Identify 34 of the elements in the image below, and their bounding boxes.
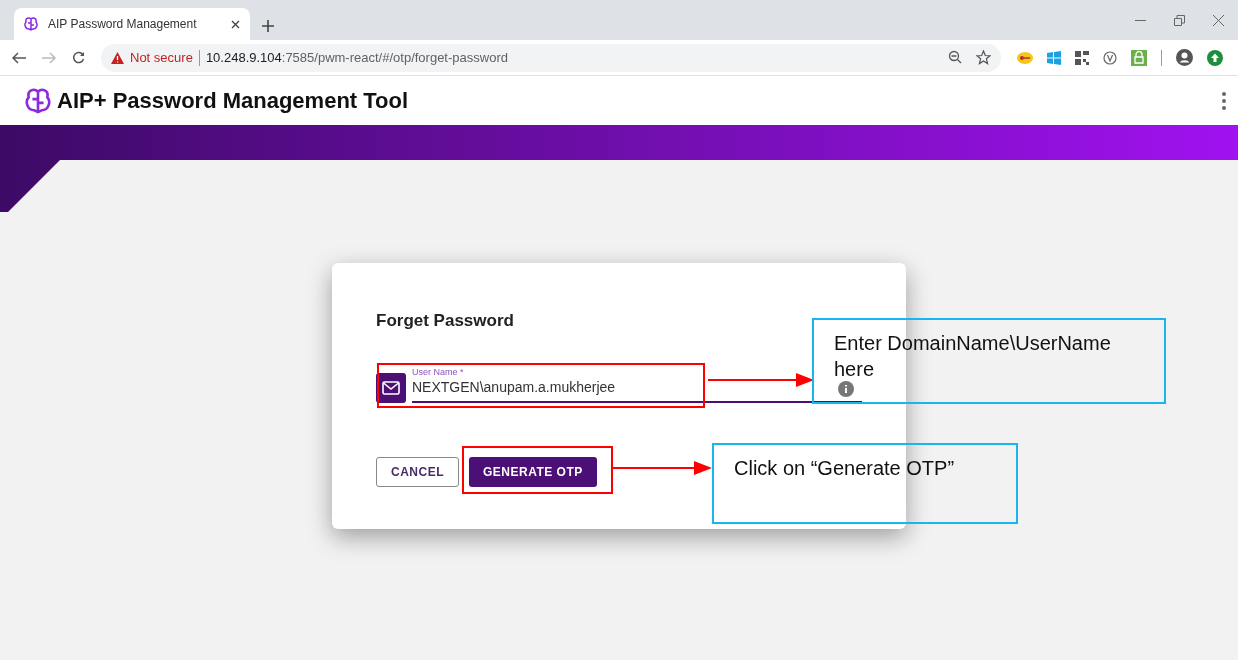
- warning-icon: [111, 51, 124, 64]
- address-bar[interactable]: Not secure 10.248.9.104:7585/pwm-react/#/otp/forget-password: [101, 43, 1001, 72]
- qr-code-icon[interactable]: [1075, 50, 1089, 65]
- key-icon[interactable]: [1017, 50, 1033, 65]
- profile-icon[interactable]: [1176, 49, 1193, 66]
- app-title: AIP+ Password Management Tool: [57, 87, 409, 114]
- lock-icon[interactable]: [1131, 49, 1147, 66]
- brain-logo-icon: [25, 87, 51, 114]
- mail-icon: [376, 373, 406, 403]
- callout: Enter DomainName\UserName here: [812, 318, 1166, 404]
- windows-icon[interactable]: [1047, 50, 1061, 65]
- security-label: Not secure: [130, 50, 193, 65]
- callout: Click on “Generate OTP”: [712, 443, 1018, 524]
- reload-icon[interactable]: [72, 51, 85, 64]
- cancel-button[interactable]: CANCEL: [376, 457, 459, 487]
- brain-icon: [24, 17, 38, 31]
- tab-title: AIP Password Management: [48, 17, 198, 31]
- url-path: :7585/pwm-react/#/otp/forget-password: [281, 50, 508, 65]
- star-icon[interactable]: [976, 50, 991, 65]
- close-icon[interactable]: [231, 19, 240, 29]
- username-field[interactable]: NEXTGEN\anupam.a.mukherjee: [412, 377, 812, 401]
- url-host: 10.248.9.104: [205, 50, 282, 65]
- dialog-title: Forget Password: [376, 311, 515, 331]
- v-circle-icon[interactable]: [1103, 50, 1117, 65]
- update-icon[interactable]: [1207, 49, 1223, 66]
- new-tab-icon[interactable]: [262, 20, 274, 32]
- close-icon[interactable]: [1213, 14, 1224, 26]
- restore-icon[interactable]: [1174, 14, 1185, 26]
- more-menu-icon[interactable]: [1222, 91, 1226, 110]
- back-icon[interactable]: [12, 51, 26, 64]
- zoom-out-icon[interactable]: [948, 50, 962, 64]
- info-icon[interactable]: [838, 381, 854, 397]
- browser-tab[interactable]: AIP Password Management: [14, 8, 250, 40]
- generate-otp-button[interactable]: GENERATE OTP: [469, 457, 597, 487]
